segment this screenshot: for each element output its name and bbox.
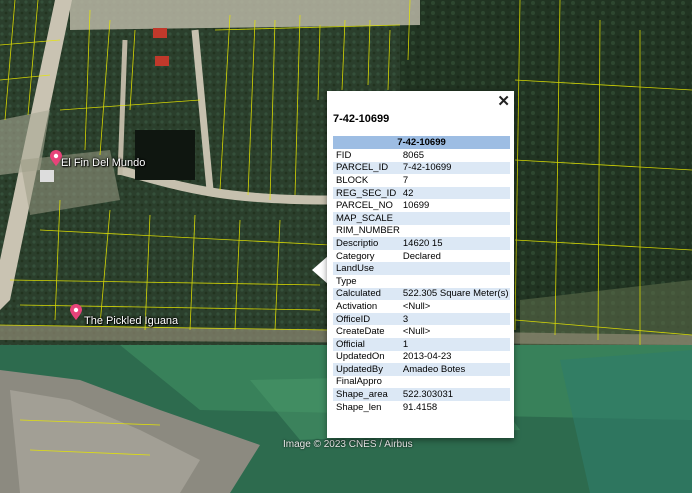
attribute-row: RIM_NUMBER (333, 225, 510, 238)
attribute-row: PARCEL_ID 7-42-10699 (333, 161, 510, 175)
poi-label-el-fin-del-mundo[interactable]: El Fin Del Mundo (61, 157, 145, 169)
attribute-value: 8065 (402, 149, 425, 161)
attribute-value: Declared (402, 250, 441, 262)
attribute-key: Calculated (333, 287, 400, 301)
attribute-table-body: FID 8065 PARCEL_ID 7-42-10699 BLOCK 7 REG_SEC_… (333, 149, 510, 413)
attribute-row: REG_SEC_ID 42 (333, 186, 510, 200)
attribute-row: Descriptio 14620 15 (333, 237, 510, 250)
attribute-value (399, 262, 510, 275)
attribute-row: BLOCK 7 (333, 174, 510, 187)
attribute-value (399, 211, 510, 225)
attribute-key: Shape_area (333, 388, 400, 401)
attribute-value: 3 (399, 312, 510, 326)
attribute-value: 7-42-10699 (399, 161, 510, 175)
attribute-table-header: 7-42-10699 (333, 136, 510, 149)
attribute-row: UpdatedBy Amadeo Botes (333, 363, 510, 376)
attribute-value: 522.305 Square Meter(s) (399, 287, 510, 301)
attribute-value: <Null> (402, 300, 431, 312)
attribute-key: Activation (336, 300, 378, 312)
attribute-row: Activation <Null> (333, 300, 510, 313)
attribute-value: 2013-04-23 (402, 351, 452, 363)
parcel-info-popup: ✕ 7-42-10699 7-42-10699 FID 8065 PARCEL_ID… (327, 91, 514, 438)
attribute-key: Type (336, 275, 357, 287)
attribute-row: Calculated 522.305 Square Meter(s) (333, 287, 510, 301)
attribute-row: LandUse (333, 262, 510, 275)
attribute-row: PARCEL_NO 10699 (333, 199, 510, 212)
attribute-value (400, 275, 510, 288)
imagery-attribution: Image © 2023 CNES / Airbus (283, 439, 413, 450)
attribute-value: 7 (402, 174, 409, 186)
attribute-value: <Null> (402, 326, 431, 338)
attribute-row: Category Declared (333, 250, 510, 263)
attribute-row: MAP_SCALE (333, 211, 510, 225)
close-icon[interactable]: ✕ (497, 94, 510, 109)
attribute-row: FID 8065 (333, 149, 510, 162)
attribute-key: BLOCK (336, 174, 369, 186)
attribute-key: UpdatedBy (333, 363, 400, 376)
attribute-row: Official 1 (333, 337, 510, 351)
attribute-key: Category (336, 250, 375, 262)
attribute-value: 10699 (402, 200, 430, 212)
poi-label-pickled-iguana[interactable]: The Pickled Iguana (84, 315, 178, 327)
attribute-value: Amadeo Botes (399, 363, 510, 376)
attribute-value: 91.4158 (402, 401, 438, 413)
attribute-key: Shape_len (336, 401, 382, 413)
attribute-key: LandUse (333, 262, 400, 275)
attribute-key: UpdatedOn (336, 351, 385, 363)
attribute-key: RIM_NUMBER (336, 225, 400, 237)
attribute-row: FinalAppro (333, 376, 510, 389)
food-pin-icon[interactable] (70, 304, 82, 320)
attribute-key: OfficeID (333, 312, 400, 326)
attribute-value: 522.303031 (399, 388, 510, 401)
attribute-value: 1 (399, 337, 510, 351)
attribute-value: 14620 15 (399, 237, 510, 250)
attribute-key: MAP_SCALE (333, 211, 400, 225)
attribute-key: FID (336, 149, 352, 161)
attribute-row: CreateDate <Null> (333, 325, 510, 338)
attribute-row: Shape_area 522.303031 (333, 388, 510, 401)
attribute-table: 7-42-10699 FID 8065 PARCEL_ID 7-42-10699 BLO… (333, 136, 510, 413)
attribute-key: FinalAppro (336, 376, 382, 388)
attribute-value: 42 (399, 186, 510, 200)
attribute-row: Type (333, 275, 510, 288)
attribute-key: REG_SEC_ID (333, 186, 400, 200)
attribute-key: Descriptio (333, 237, 400, 250)
attribute-key: PARCEL_ID (333, 161, 400, 175)
attribute-row: UpdatedOn 2013-04-23 (333, 351, 510, 364)
attribute-key: Official (333, 337, 400, 351)
attribute-value (400, 376, 510, 389)
attribute-key: PARCEL_NO (336, 200, 393, 212)
attribute-key: CreateDate (336, 326, 385, 338)
attribute-row: Shape_len 91.4158 (333, 401, 510, 414)
attribute-row: OfficeID 3 (333, 312, 510, 326)
popup-title: 7-42-10699 (333, 113, 390, 125)
popup-pointer (312, 256, 328, 284)
attribute-value (400, 225, 510, 238)
